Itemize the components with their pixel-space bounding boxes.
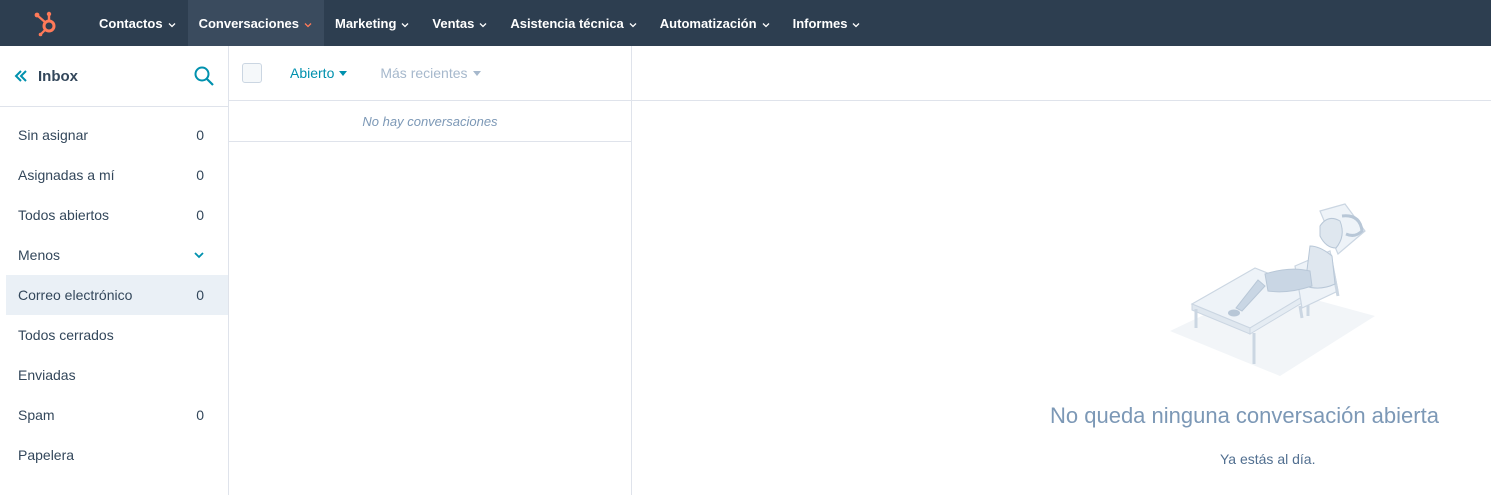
sidebar-item-menos[interactable]: Menos [0, 235, 228, 275]
nav-label: Informes [792, 15, 848, 31]
relaxing-person-illustration [1170, 196, 1380, 386]
status-filter-label: Abierto [290, 65, 335, 81]
status-filter-dropdown[interactable]: Abierto [290, 65, 348, 81]
sidebar-item-todos-cerrados[interactable]: Todos cerrados [0, 315, 228, 355]
chevron-down-icon [167, 18, 177, 28]
sidebar-item-count: 0 [196, 127, 204, 143]
conversation-detail-pane: No queda ninguna conversación abierta Ya… [632, 46, 1491, 495]
nav-label: Conversaciones [198, 15, 299, 31]
top-navigation-bar: Contactos Conversaciones Marketing Venta… [0, 0, 1491, 46]
nav-ventas[interactable]: Ventas [421, 0, 499, 46]
empty-state-subtitle: Ya estás al día. [1220, 451, 1316, 467]
sidebar-item-count: 0 [196, 287, 204, 303]
sidebar-item-count: 0 [196, 407, 204, 423]
empty-list-message: No hay conversaciones [229, 101, 631, 142]
sort-label: Más recientes [380, 65, 468, 81]
nav-conversaciones[interactable]: Conversaciones [187, 0, 324, 46]
sidebar-item-count: 0 [196, 207, 204, 223]
search-icon[interactable] [193, 65, 215, 87]
sidebar-item-label: Sin asignar [18, 127, 89, 143]
sidebar-item-enviadas[interactable]: Enviadas [0, 355, 228, 395]
detail-header [632, 46, 1491, 101]
sidebar-item-spam[interactable]: Spam 0 [0, 395, 228, 435]
sort-dropdown[interactable]: Más recientes [380, 65, 481, 81]
chevron-down-icon [761, 18, 771, 28]
sidebar-item-label: Papelera [18, 447, 75, 463]
nav-label: Marketing [335, 15, 397, 31]
chevron-down-icon [851, 18, 861, 28]
double-chevron-left-icon[interactable] [12, 67, 30, 85]
sidebar-item-asignadas-a-mi[interactable]: Asignadas a mí 0 [0, 155, 228, 195]
sidebar-item-label: Spam [18, 407, 55, 423]
conversation-list-pane: Abierto Más recientes No hay conversacio… [229, 46, 632, 495]
hubspot-logo[interactable] [0, 0, 88, 46]
sidebar-item-count: 0 [196, 167, 204, 183]
sidebar-item-label: Todos abiertos [18, 207, 110, 223]
nav-contactos[interactable]: Contactos [88, 0, 188, 46]
nav-automatizacion[interactable]: Automatización [649, 0, 782, 46]
list-toolbar: Abierto Más recientes [229, 46, 631, 101]
chevron-down-icon [628, 18, 638, 28]
nav-label: Ventas [432, 15, 475, 31]
sidebar-item-label: Enviadas [18, 367, 76, 383]
nav-informes[interactable]: Informes [782, 0, 873, 46]
nav-label: Asistencia técnica [510, 15, 624, 31]
sidebar-item-label: Asignadas a mí [18, 167, 115, 183]
sidebar-item-sin-asignar[interactable]: Sin asignar 0 [0, 115, 228, 155]
sidebar-item-correo-electronico[interactable]: Correo electrónico 0 [6, 275, 228, 315]
sidebar-header: Inbox [0, 46, 228, 107]
caret-down-icon [472, 70, 481, 76]
sidebar-list: Sin asignar 0 Asignadas a mí 0 Todos abi… [0, 107, 228, 475]
sidebar-title: Inbox [38, 67, 78, 85]
sidebar-item-label: Correo electrónico [18, 287, 133, 303]
nav-marketing[interactable]: Marketing [324, 0, 421, 46]
chevron-down-icon [400, 18, 410, 28]
sidebar-item-label: Menos [18, 247, 61, 263]
sidebar-item-todos-abiertos[interactable]: Todos abiertos 0 [0, 195, 228, 235]
sidebar-item-label: Todos cerrados [18, 327, 114, 343]
inbox-sidebar: Inbox Sin asignar 0 Asignadas a mí 0 Tod… [0, 46, 229, 495]
chevron-down-icon [192, 248, 206, 262]
chevron-down-icon [478, 18, 488, 28]
caret-down-icon [339, 70, 348, 76]
sidebar-item-papelera[interactable]: Papelera [0, 435, 228, 475]
nav-label: Contactos [99, 15, 163, 31]
select-all-checkbox[interactable] [242, 63, 262, 83]
chevron-down-icon [303, 18, 313, 28]
nav-asistencia-tecnica[interactable]: Asistencia técnica [499, 0, 648, 46]
nav-label: Automatización [659, 15, 757, 31]
hubspot-sprocket-icon [34, 11, 56, 37]
empty-state-title: No queda ninguna conversación abierta [1050, 403, 1439, 428]
